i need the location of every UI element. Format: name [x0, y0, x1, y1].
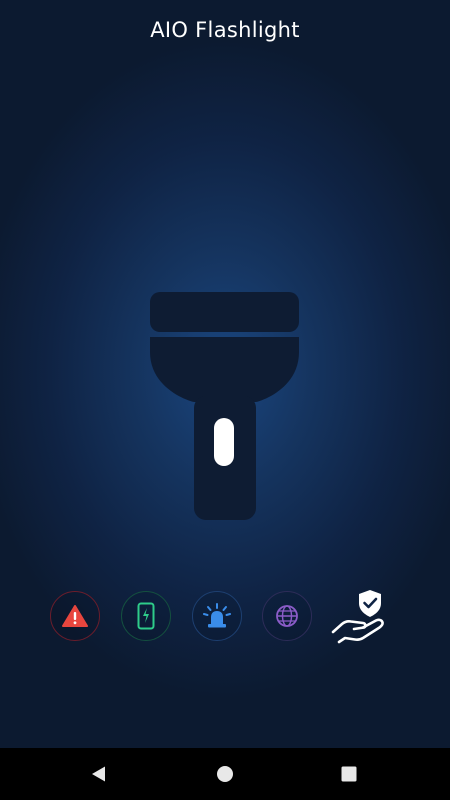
phone-charging-icon — [137, 602, 155, 630]
nav-back-button[interactable] — [86, 761, 112, 787]
flashlight-screen: AIO Flashlight — [0, 0, 450, 748]
flashlight-head-cone — [150, 337, 299, 402]
system-navigation-bar — [0, 748, 450, 800]
recents-square-icon — [341, 766, 357, 782]
home-circle-icon — [217, 766, 233, 782]
flashlight-head-top — [150, 292, 299, 332]
hand-shield-check-icon — [331, 590, 384, 644]
disco-mode-button[interactable] — [262, 591, 312, 641]
screen-light-mode-button[interactable] — [121, 591, 171, 641]
back-triangle-icon — [92, 766, 105, 782]
siren-icon — [203, 603, 231, 628]
nav-home-button[interactable] — [212, 761, 238, 787]
globe-icon — [276, 605, 298, 627]
warning-icon — [62, 605, 88, 627]
sos-mode-button[interactable] — [50, 591, 100, 641]
police-siren-mode-button[interactable] — [192, 591, 242, 641]
flashlight-power-switch[interactable] — [214, 418, 234, 466]
privacy-protection-button[interactable] — [330, 586, 390, 648]
nav-recents-button[interactable] — [336, 761, 362, 787]
